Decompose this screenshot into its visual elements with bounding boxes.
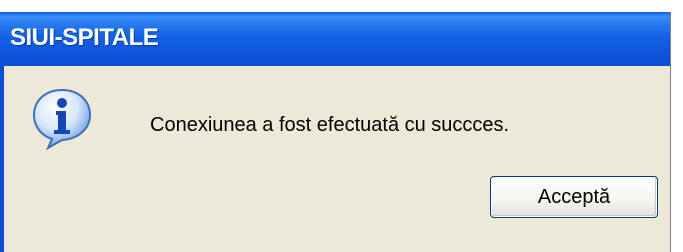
dialog-message: Conexiunea a fost efectuată cu succces. bbox=[150, 114, 510, 136]
dialog-body: Conexiunea a fost efectuată cu succces. … bbox=[0, 66, 670, 252]
title-bar[interactable]: SIUI-SPITALE bbox=[0, 12, 670, 66]
accept-button[interactable]: Acceptă bbox=[490, 176, 658, 218]
message-dialog: SIUI-SPITALE Conexiunea a fost efectuată… bbox=[0, 12, 671, 252]
dialog-title: SIUI-SPITALE bbox=[10, 24, 159, 51]
information-icon bbox=[32, 88, 92, 150]
